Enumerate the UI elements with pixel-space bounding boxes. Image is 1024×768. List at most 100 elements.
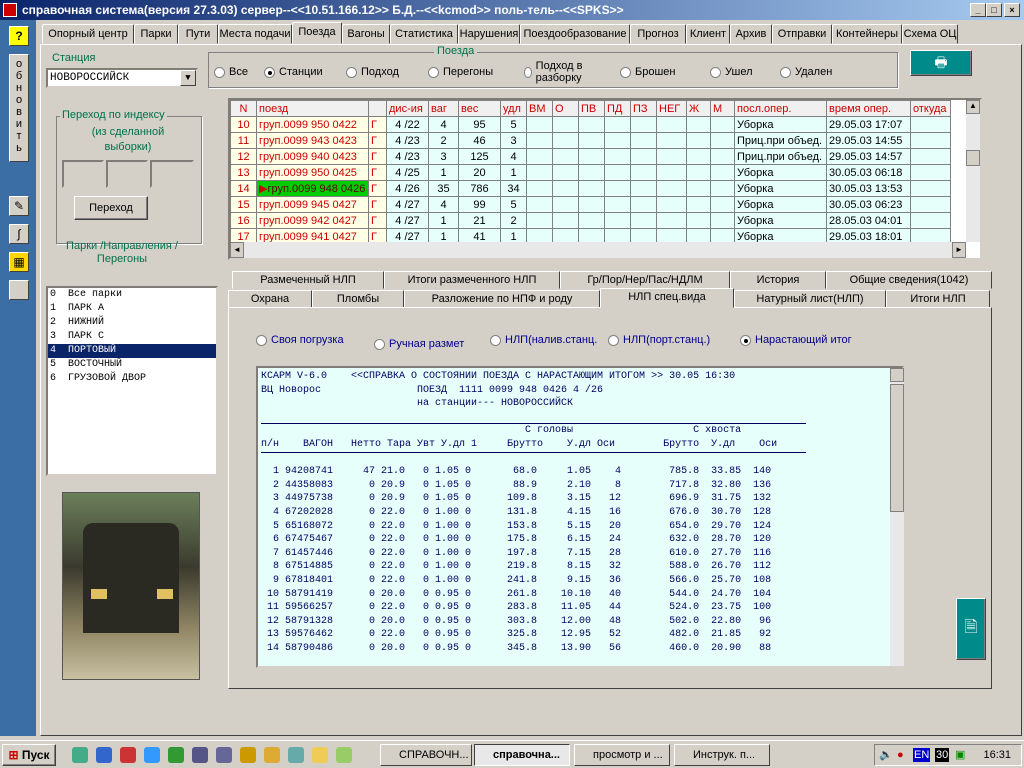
subtab-top-2[interactable]: Гр/Пор/Нер/Пас/НДЛМ	[560, 271, 730, 289]
tab-10[interactable]: Клиент	[686, 24, 730, 44]
pen-icon[interactable]: ✎	[9, 196, 29, 216]
quicklaunch-icon-10[interactable]	[288, 747, 304, 763]
subtab-bottom-5[interactable]: Итоги НЛП	[886, 290, 990, 308]
park-item[interactable]: 0 Все парки	[48, 288, 216, 302]
nlp-radio-4[interactable]: Нарастающий итог	[740, 334, 852, 346]
chevron-down-icon[interactable]: ▼	[180, 70, 196, 86]
refresh-button[interactable]: обновить	[9, 54, 29, 162]
taskbar-task-2[interactable]: просмотр и ...	[574, 744, 670, 766]
minimize-button[interactable]: _	[970, 3, 986, 17]
tab-6[interactable]: Статистика	[390, 24, 458, 44]
tab-7[interactable]: Нарушения	[458, 24, 520, 44]
help-button[interactable]: ?	[9, 26, 29, 46]
table-row[interactable]: 15 груп.0099 945 0427 Г 4 /27 4 99 5 Уборка 30.0…	[230, 196, 951, 213]
train-radio-2[interactable]: Подход	[346, 66, 399, 78]
tab-0[interactable]: Опорный центр	[42, 24, 134, 44]
radio-icon[interactable]	[740, 334, 751, 346]
folder-icon[interactable]	[312, 747, 328, 763]
language-indicator[interactable]: EN	[913, 748, 931, 762]
tab-3[interactable]: Места подачи	[218, 24, 292, 44]
grid-header-cell[interactable]: ваг	[428, 100, 459, 117]
table-row[interactable]: 13 груп.0099 950 0425 Г 4 /25 1 20 1 Уборка 30.0…	[230, 164, 951, 181]
subtab-top-4[interactable]: Общие сведения(1042)	[826, 271, 992, 289]
subtab-top-1[interactable]: Итоги размеченного НЛП	[384, 271, 560, 289]
print-button[interactable]: 🖶	[910, 50, 972, 76]
grid-header-cell[interactable]: НЕГ	[656, 100, 687, 117]
tab-9[interactable]: Прогноз	[630, 24, 686, 44]
radio-icon[interactable]	[264, 66, 275, 78]
radio-icon[interactable]	[214, 66, 225, 78]
grid-header-cell[interactable]: поезд	[256, 100, 369, 117]
park-item[interactable]: 4 ПОРТОВЫЙ	[48, 344, 216, 358]
export-button[interactable]: 🗎	[956, 598, 986, 660]
quicklaunch-icon-12[interactable]	[336, 747, 352, 763]
radio-icon[interactable]	[524, 66, 532, 78]
radio-icon[interactable]	[346, 66, 357, 78]
goto-input-3[interactable]	[150, 160, 194, 188]
tab-14[interactable]: Схема ОЦ	[902, 24, 958, 44]
train-radio-6[interactable]: Ушел	[710, 66, 753, 78]
table-row[interactable]: 11 груп.0099 943 0423 Г 4 /23 2 46 3 Приц.при о…	[230, 132, 951, 149]
goto-input-1[interactable]	[62, 160, 104, 188]
station-select[interactable]: НОВОРОССИЙСК ▼	[46, 68, 198, 88]
tab-11[interactable]: Архив	[730, 24, 772, 44]
park-item[interactable]: 1 ПАРК А	[48, 302, 216, 316]
grid-hscroll[interactable]: ◄ ►	[230, 242, 966, 258]
subtab-top-0[interactable]: Размеченный НЛП	[232, 271, 384, 289]
train-radio-3[interactable]: Перегоны	[428, 66, 493, 78]
nlp-radio-2[interactable]: НЛП(налив.станц.	[490, 334, 597, 346]
grid-header-cell[interactable]: ВМ	[526, 100, 553, 117]
quicklaunch-icon-8[interactable]	[240, 747, 256, 763]
ie-icon[interactable]	[144, 747, 160, 763]
windows-icon[interactable]: ▦	[9, 252, 29, 272]
start-button[interactable]: ⊞ Пуск	[2, 744, 56, 766]
grid-header-cell[interactable]: N	[230, 100, 257, 117]
grid-vscroll[interactable]: ▲	[966, 100, 980, 242]
quicklaunch-icon-9[interactable]	[264, 747, 280, 763]
maximize-button[interactable]: □	[986, 3, 1002, 17]
grid-header-cell[interactable]	[368, 100, 387, 117]
subtab-top-3[interactable]: История	[730, 271, 826, 289]
grid-header-cell[interactable]: О	[552, 100, 579, 117]
tab-12[interactable]: Отправки	[772, 24, 832, 44]
quicklaunch-icon-3[interactable]	[120, 747, 136, 763]
close-button[interactable]: ×	[1004, 3, 1020, 17]
grid-header-cell[interactable]: откуда	[910, 100, 951, 117]
grid-header-cell[interactable]: М	[710, 100, 735, 117]
radio-icon[interactable]	[256, 334, 267, 346]
quicklaunch-icon-7[interactable]	[216, 747, 232, 763]
train-radio-5[interactable]: Брошен	[620, 66, 675, 78]
blank-tool-button[interactable]	[9, 280, 29, 300]
table-row[interactable]: 14 ▶груп.0099 948 0426 Г 4 /26 35 786 34 Уборка…	[230, 180, 951, 197]
report-vscroll[interactable]	[890, 368, 904, 666]
subtab-bottom-4[interactable]: Натурный лист(НЛП)	[734, 290, 886, 308]
radio-icon[interactable]	[374, 338, 385, 350]
goto-input-2[interactable]	[106, 160, 148, 188]
tab-2[interactable]: Пути	[178, 24, 218, 44]
subtab-bottom-3[interactable]: НЛП спец.вида	[600, 288, 734, 308]
curve-icon[interactable]: ∫	[9, 224, 29, 244]
park-item[interactable]: 3 ПАРК С	[48, 330, 216, 344]
goto-button[interactable]: Переход	[74, 196, 148, 220]
quicklaunch-icon-2[interactable]	[96, 747, 112, 763]
radio-icon[interactable]	[428, 66, 439, 78]
grid-header-cell[interactable]: ПЗ	[630, 100, 657, 117]
antivirus-icon[interactable]: ●	[897, 745, 904, 765]
grid-header-cell[interactable]: время опер.	[826, 100, 911, 117]
network-icon[interactable]: ▣	[955, 745, 965, 765]
tab-13[interactable]: Контейнеры	[832, 24, 902, 44]
quicklaunch-icon-1[interactable]	[72, 747, 88, 763]
park-item[interactable]: 5 ВОСТОЧНЫЙ	[48, 358, 216, 372]
train-radio-7[interactable]: Удален	[780, 66, 832, 78]
radio-icon[interactable]	[780, 66, 791, 78]
tab-8[interactable]: Поездообразование	[520, 24, 630, 44]
speaker-icon[interactable]: 🔈	[879, 745, 893, 765]
grid-header-cell[interactable]: вес	[458, 100, 501, 117]
radio-icon[interactable]	[608, 334, 619, 346]
radio-icon[interactable]	[710, 66, 721, 78]
grid-header-cell[interactable]: ПВ	[578, 100, 605, 117]
radio-icon[interactable]	[620, 66, 631, 78]
nlp-radio-1[interactable]: Ручная размет	[374, 338, 464, 350]
table-row[interactable]: 10 груп.0099 950 0422 Г 4 /22 4 95 5 Уборка 29.0…	[230, 116, 951, 133]
taskbar-task-0[interactable]: СПРАВОЧН...	[380, 744, 472, 766]
